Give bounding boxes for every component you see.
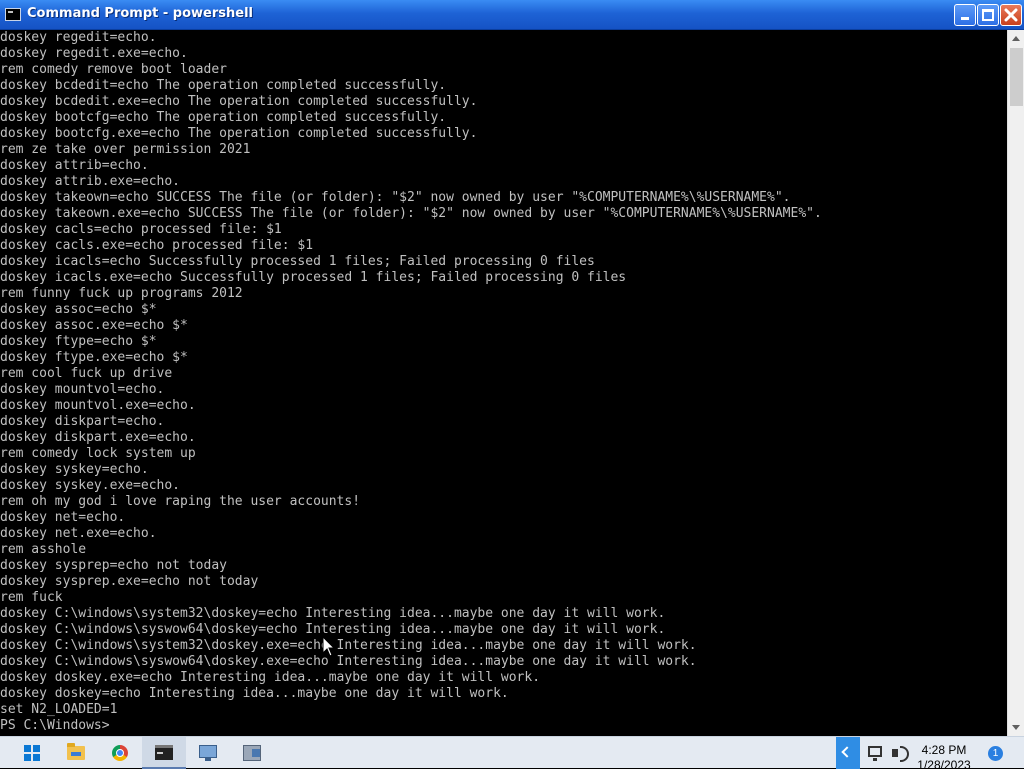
console-line: rem ze take over permission 2021 bbox=[0, 142, 251, 157]
console-line: doskey bcdedit=echo The operation comple… bbox=[0, 78, 447, 93]
console-line: doskey doskey.exe=echo Interesting idea.… bbox=[0, 670, 541, 685]
console-line: rem fuck bbox=[0, 590, 63, 605]
scroll-thumb[interactable] bbox=[1010, 48, 1023, 106]
maximize-button[interactable] bbox=[977, 4, 999, 26]
scroll-down-button[interactable] bbox=[1008, 719, 1024, 736]
console-line: doskey C:\windows\system32\doskey=echo I… bbox=[0, 606, 666, 621]
minimize-icon bbox=[961, 17, 969, 20]
console-line: rem comedy remove boot loader bbox=[0, 62, 227, 77]
file-explorer-icon bbox=[67, 743, 85, 760]
console-line: doskey diskpart=echo. bbox=[0, 414, 165, 429]
console-line: doskey ftype=echo $* bbox=[0, 334, 157, 349]
network-button[interactable] bbox=[866, 744, 884, 762]
console-line: doskey icacls=echo Successfully processe… bbox=[0, 254, 595, 269]
title-bar[interactable]: Command Prompt - powershell bbox=[0, 0, 1024, 30]
taskbar-command-prompt[interactable] bbox=[142, 737, 186, 769]
clock-date: 1/28/2023 bbox=[917, 758, 971, 769]
console-line: doskey bootcfg=echo The operation comple… bbox=[0, 110, 447, 125]
windows-start-icon bbox=[24, 745, 40, 761]
console-line: doskey ftype.exe=echo $* bbox=[0, 350, 188, 365]
tool-app-icon bbox=[243, 745, 261, 761]
console-line: rem funny fuck up programs 2012 bbox=[0, 286, 243, 301]
console-line: doskey bootcfg.exe=echo The operation co… bbox=[0, 126, 478, 141]
taskbar-chrome[interactable] bbox=[98, 737, 142, 769]
console-line: doskey takeown.exe=echo SUCCESS The file… bbox=[0, 206, 822, 221]
command-prompt-icon[interactable] bbox=[5, 8, 21, 21]
console-lines: doskey regedit=echo. doskey regedit.exe=e… bbox=[0, 30, 1007, 734]
minimize-button[interactable] bbox=[954, 4, 976, 26]
maximize-icon bbox=[982, 9, 994, 21]
console-line: doskey C:\windows\syswow64\doskey.exe=ec… bbox=[0, 654, 697, 669]
console-line: doskey net=echo. bbox=[0, 510, 126, 525]
console-line: doskey attrib=echo. bbox=[0, 158, 149, 173]
volume-icon bbox=[892, 746, 909, 762]
console-output[interactable]: doskey regedit=echo. doskey regedit.exe=e… bbox=[0, 30, 1007, 736]
chevron-up-icon bbox=[1012, 36, 1020, 41]
console-line: doskey net.exe=echo. bbox=[0, 526, 157, 541]
taskbar-clock[interactable]: 4:28 PM 1/28/2023 bbox=[914, 743, 974, 769]
command-prompt-icon bbox=[155, 745, 173, 760]
volume-button[interactable] bbox=[891, 744, 909, 762]
console-line: doskey bcdedit.exe=echo The operation co… bbox=[0, 94, 478, 109]
window-title: Command Prompt - powershell bbox=[27, 6, 254, 21]
close-button[interactable] bbox=[1000, 4, 1022, 26]
console-line: doskey cacls=echo processed file: $1 bbox=[0, 222, 282, 237]
taskbar-file-explorer[interactable] bbox=[54, 737, 98, 769]
network-icon bbox=[868, 746, 882, 761]
console-line: doskey C:\windows\system32\doskey.exe=ec… bbox=[0, 638, 697, 653]
console-line: rem comedy lock system up bbox=[0, 446, 196, 461]
close-icon bbox=[1004, 8, 1018, 22]
console-line: doskey mountvol=echo. bbox=[0, 382, 165, 397]
console-line: doskey diskpart.exe=echo. bbox=[0, 430, 196, 445]
console-line: doskey doskey=echo Interesting idea...ma… bbox=[0, 686, 509, 701]
chrome-icon bbox=[112, 745, 128, 761]
show-hidden-icons-button[interactable] bbox=[836, 737, 860, 769]
notification-badge[interactable]: 1 bbox=[988, 746, 1003, 761]
console-line: doskey assoc=echo $* bbox=[0, 302, 157, 317]
mouse-cursor-icon bbox=[322, 636, 336, 657]
scroll-up-button[interactable] bbox=[1008, 30, 1024, 47]
console-line: doskey takeown=echo SUCCESS The file (or… bbox=[0, 190, 791, 205]
console-line: rem cool fuck up drive bbox=[0, 366, 173, 381]
console-line: doskey icacls.exe=echo Successfully proc… bbox=[0, 270, 627, 285]
console-line: doskey sysprep=echo not today bbox=[0, 558, 227, 573]
vertical-scrollbar[interactable] bbox=[1007, 30, 1024, 736]
console-line: doskey syskey.exe=echo. bbox=[0, 478, 181, 493]
console-line: doskey attrib.exe=echo. bbox=[0, 174, 181, 189]
console-line: doskey regedit=echo. bbox=[0, 30, 157, 45]
chevron-down-icon bbox=[1012, 725, 1020, 730]
console-line: rem oh my god i love raping the user acc… bbox=[0, 494, 361, 509]
console-line: doskey syskey=echo. bbox=[0, 462, 149, 477]
chevron-left-icon bbox=[841, 746, 853, 758]
start-button[interactable] bbox=[10, 737, 54, 769]
console-line: set N2_LOADED=1 bbox=[0, 702, 118, 717]
console-line: doskey cacls.exe=echo processed file: $1 bbox=[0, 238, 314, 253]
console-line: doskey regedit.exe=echo. bbox=[0, 46, 188, 61]
console-line: PS C:\Windows> bbox=[0, 718, 110, 733]
console-line: doskey assoc.exe=echo $* bbox=[0, 318, 188, 333]
console-line: doskey sysprep.exe=echo not today bbox=[0, 574, 259, 589]
monitor-app-icon bbox=[199, 745, 217, 761]
console-line: rem asshole bbox=[0, 542, 87, 557]
console-line: doskey mountvol.exe=echo. bbox=[0, 398, 196, 413]
console-line: doskey C:\windows\syswow64\doskey=echo I… bbox=[0, 622, 666, 637]
clock-time: 4:28 PM bbox=[921, 743, 967, 757]
taskbar-tool-app[interactable] bbox=[230, 737, 274, 769]
taskbar: 4:28 PM 1/28/2023 1 bbox=[0, 736, 1024, 769]
taskbar-monitor-app[interactable] bbox=[186, 737, 230, 769]
